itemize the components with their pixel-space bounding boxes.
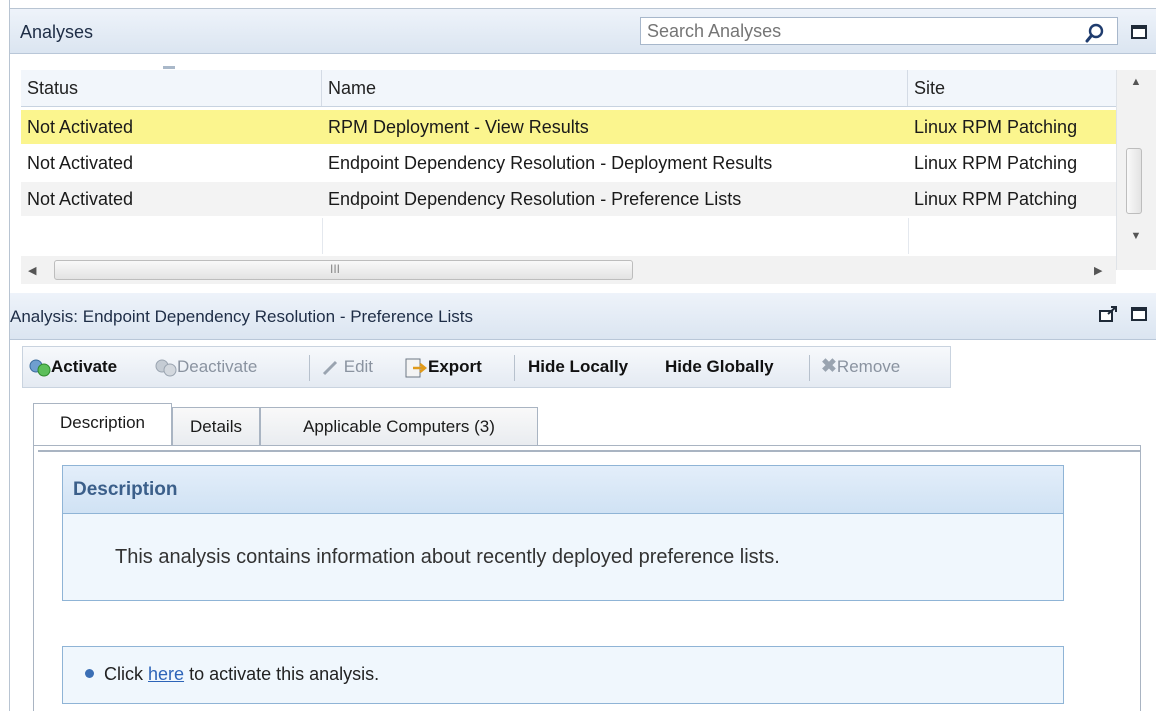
export-button[interactable]: Export (404, 347, 482, 387)
scroll-right-icon[interactable]: ▶ (1094, 264, 1102, 277)
hide-locally-button[interactable]: Hide Locally (528, 347, 628, 387)
vertical-scroll-thumb[interactable] (1126, 148, 1142, 214)
bullet-icon (85, 669, 94, 678)
maximize-icon[interactable] (1131, 25, 1147, 39)
activate-icon (29, 359, 51, 377)
tab-applicable-computers[interactable]: Applicable Computers (3) (260, 407, 538, 445)
remove-button[interactable]: ✖Remove (821, 347, 900, 387)
activate-button[interactable]: Activate (29, 347, 117, 387)
row-status: Not Activated (27, 153, 134, 173)
search-icon[interactable] (1084, 22, 1106, 44)
popout-icon[interactable] (1099, 305, 1119, 323)
toolbar-separator (514, 355, 515, 381)
grid-line (908, 218, 909, 254)
scroll-left-icon[interactable]: ◀ (28, 264, 36, 277)
sort-indicator-icon (163, 66, 175, 69)
row-name: RPM Deployment - View Results (328, 117, 589, 137)
tab-description[interactable]: Description (33, 403, 172, 445)
activate-hint-box: Click here to activate this analysis. (62, 646, 1064, 704)
grid-line (322, 218, 323, 254)
scroll-up-icon[interactable]: ▲ (1127, 76, 1145, 88)
edit-icon (322, 360, 338, 375)
table-row[interactable]: Not Activated RPM Deployment - View Resu… (21, 110, 1116, 144)
activate-hint: Click here to activate this analysis. (85, 664, 379, 685)
table-row[interactable]: Not Activated Endpoint Dependency Resolu… (21, 182, 1116, 216)
search-input[interactable] (641, 18, 1073, 44)
activate-label: Activate (51, 357, 118, 376)
table-row[interactable]: Not Activated Endpoint Dependency Resolu… (21, 146, 1116, 180)
toolbar-separator (809, 355, 810, 381)
analysis-toolbar: Activate Deactivate Edit Export Hide Loc… (22, 346, 951, 388)
row-status: Not Activated (27, 189, 134, 209)
hint-prefix: Click (104, 664, 143, 684)
scroll-down-icon[interactable]: ▼ (1127, 230, 1145, 242)
row-name: Endpoint Dependency Resolution - Prefere… (328, 189, 742, 209)
row-status: Not Activated (27, 117, 134, 137)
row-site: Linux RPM Patching (914, 189, 1078, 209)
deactivate-label: Deactivate (177, 357, 258, 376)
deactivate-button[interactable]: Deactivate (155, 347, 257, 387)
column-status[interactable]: Status (21, 70, 322, 106)
column-site[interactable]: Site (908, 70, 1116, 106)
detail-panel-title: Analysis: Endpoint Dependency Resolution… (10, 307, 474, 326)
edit-button[interactable]: Edit (321, 347, 373, 387)
toolbar-separator (309, 355, 310, 381)
hide-globally-button[interactable]: Hide Globally (665, 347, 774, 387)
description-text: This analysis contains information about… (115, 546, 780, 568)
hint-suffix: to activate this analysis. (189, 664, 380, 684)
description-header: Description (63, 466, 1063, 514)
description-box: Description This analysis contains infor… (62, 465, 1064, 601)
remove-label: Remove (836, 357, 901, 376)
analyses-panel-title: Analyses (20, 22, 94, 42)
column-name[interactable]: Name (322, 70, 908, 106)
row-site: Linux RPM Patching (914, 117, 1078, 137)
tab-content-border (38, 450, 1140, 452)
row-site: Linux RPM Patching (914, 153, 1078, 173)
horizontal-scroll-thumb[interactable] (54, 260, 633, 280)
activate-link[interactable]: here (148, 664, 184, 684)
edit-label: Edit (343, 357, 374, 376)
scroll-grip: III (330, 262, 341, 276)
row-name: Endpoint Dependency Resolution - Deploym… (328, 153, 773, 173)
maximize-icon[interactable] (1131, 307, 1147, 321)
search-box[interactable] (640, 17, 1118, 45)
tab-details[interactable]: Details (172, 407, 260, 445)
deactivate-icon (155, 359, 177, 377)
export-icon (405, 358, 428, 378)
table-header: Status Name Site (21, 70, 1116, 107)
export-label: Export (428, 357, 482, 376)
remove-icon: ✖ (821, 356, 837, 377)
window-frame-left (9, 0, 10, 711)
